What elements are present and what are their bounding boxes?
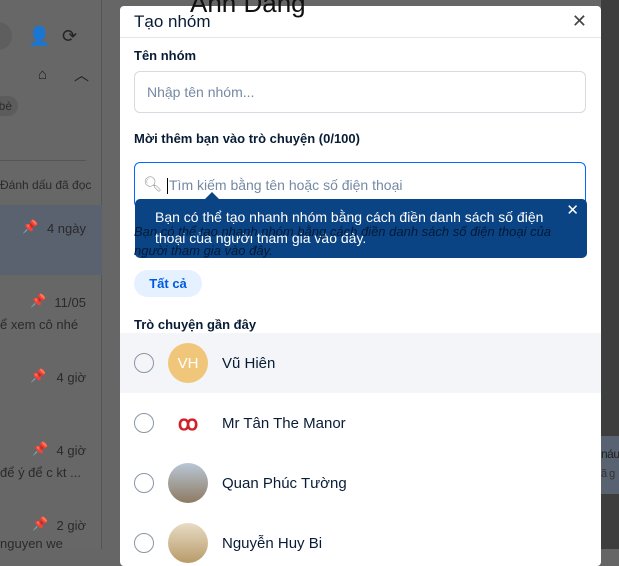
avatar: VH: [168, 343, 208, 383]
chat-area: náu ã g: [601, 0, 619, 549]
message-bubble: náu ã g: [601, 436, 619, 494]
group-name-label: Tên nhóm: [134, 48, 197, 63]
search-box[interactable]: [0, 22, 12, 50]
recent-label: Trò chuyện gần đây: [134, 317, 257, 332]
contact-row[interactable]: VH Vũ Hiên: [120, 333, 601, 393]
conversation-item[interactable]: 📌 4 ngày: [0, 205, 102, 275]
conversation-preview: để ý để c kt ...: [0, 465, 81, 480]
conversation-item[interactable]: 📌 4 giờ để ý để c kt ...: [0, 433, 102, 483]
filter-chip[interactable]: bè: [0, 96, 18, 116]
contact-name: Quan Phúc Tường: [222, 474, 347, 492]
contact-row[interactable]: Nguyễn Huy Bi: [120, 513, 601, 566]
contact-row[interactable]: Quan Phúc Tường: [120, 453, 601, 513]
pin-icon: 📌: [32, 516, 49, 531]
message-peek: náu: [601, 447, 619, 461]
group-name-input[interactable]: Nhập tên nhóm...: [134, 71, 586, 113]
search-placeholder: Tìm kiếm bằng tên hoặc số điện thoại: [169, 177, 403, 193]
contact-row[interactable]: ꝏ Mr Tân The Manor: [120, 393, 601, 453]
tooltip-close-icon[interactable]: ✕: [566, 200, 579, 221]
conversation-time: 4 giờ: [56, 370, 87, 385]
avatar: ꝏ: [168, 403, 208, 443]
conversation-time: 4 ngày: [46, 221, 86, 236]
conversation-time: 2 giờ: [56, 518, 87, 533]
pin-icon: 📌: [30, 293, 47, 308]
divider: [0, 160, 86, 161]
invite-label: Mời thêm bạn vào trò chuyện (0/100): [134, 131, 360, 146]
conversation-time: 11/05: [54, 295, 86, 310]
tag-icon[interactable]: ⌂: [38, 66, 47, 83]
chat-header-name: Anh Dang: [190, 0, 306, 18]
conversation-item[interactable]: 📌 2 giờ nguyen we: [0, 508, 102, 551]
filter-all-chip[interactable]: Tất cả: [134, 270, 202, 297]
add-friend-icon[interactable]: 👤: [28, 26, 50, 47]
contact-name: Vũ Hiên: [222, 354, 276, 372]
message-peek: ã g: [601, 468, 615, 480]
conversation-item[interactable]: 📌 4 giờ: [0, 360, 102, 400]
create-group-modal: Tạo nhóm ✕ Tên nhóm Nhập tên nhóm... Mời…: [120, 6, 601, 566]
select-radio[interactable]: [134, 353, 154, 373]
conversation-sidebar: 👤 ⟳ ⌂ ︿ bè Đánh dấu đã đọc 📌 4 ngày 📌 11…: [0, 0, 102, 551]
phone-list-hint: Bạn có thể tạo nhanh nhóm bằng cách điền…: [134, 224, 552, 258]
contact-name: Mr Tân The Manor: [222, 414, 346, 432]
create-group-icon[interactable]: ⟳: [62, 26, 77, 47]
chevron-up-icon[interactable]: ︿: [74, 64, 89, 85]
close-icon[interactable]: ✕: [572, 11, 587, 32]
conversation-time: 4 giờ: [56, 443, 87, 458]
pin-icon: 📌: [30, 368, 47, 383]
select-radio[interactable]: [134, 473, 154, 493]
avatar: [168, 523, 208, 563]
conversation-preview: ể xem cô nhé: [0, 317, 79, 332]
select-radio[interactable]: [134, 533, 154, 553]
pin-icon: 📌: [32, 441, 49, 456]
pin-icon: 📌: [22, 219, 39, 234]
select-radio[interactable]: [134, 413, 154, 433]
mark-read-link[interactable]: Đánh dấu đã đọc: [0, 178, 91, 192]
avatar: [168, 463, 208, 503]
conversation-item[interactable]: 📌 11/05 ể xem cô nhé: [0, 285, 102, 335]
